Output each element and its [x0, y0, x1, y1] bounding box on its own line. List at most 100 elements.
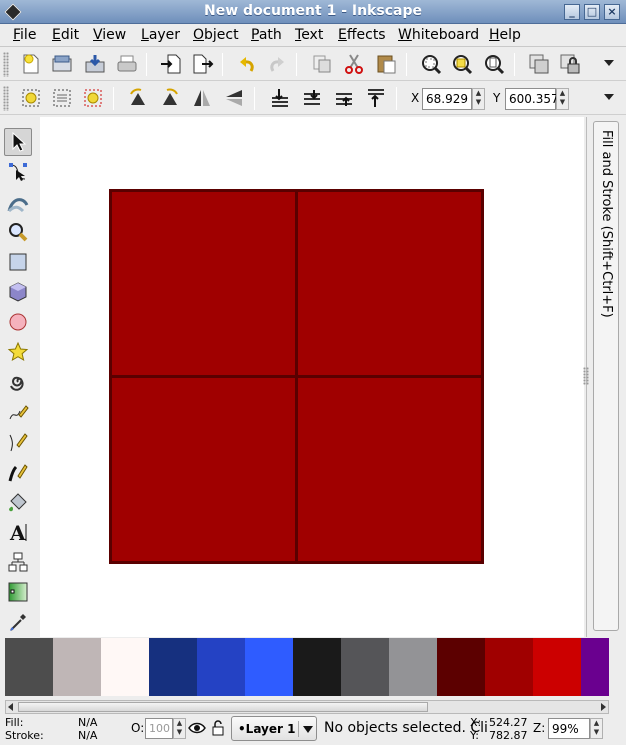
select-all-icon[interactable]	[18, 85, 44, 111]
duplicate-icon[interactable]	[309, 51, 335, 77]
zoom-selection-icon[interactable]	[418, 51, 444, 77]
flip-vertical-icon[interactable]	[221, 85, 247, 111]
deselect-icon[interactable]	[80, 85, 106, 111]
red-square-top-right[interactable]	[295, 189, 484, 378]
paint-bucket-tool-icon[interactable]	[4, 488, 32, 516]
x-stepper-icon[interactable]: ▲ ▼	[472, 88, 485, 110]
text-tool-icon[interactable]: A	[4, 518, 32, 546]
save-icon[interactable]	[82, 51, 108, 77]
zoom-tool-icon[interactable]	[4, 218, 32, 246]
gradient-tool-icon[interactable]	[4, 578, 32, 606]
undo-icon[interactable]	[234, 51, 260, 77]
star-tool-icon[interactable]	[4, 338, 32, 366]
paste-icon[interactable]	[373, 51, 399, 77]
unlocked-icon[interactable]	[211, 719, 225, 740]
menu-whiteboard[interactable]: Whiteboard	[398, 27, 479, 43]
dropper-tool-icon[interactable]	[4, 608, 32, 636]
menu-help[interactable]: Help	[489, 27, 521, 43]
swatch-black[interactable]	[293, 638, 341, 696]
menu-layer[interactable]: Layer	[141, 27, 180, 43]
print-icon[interactable]	[114, 51, 140, 77]
swatch-mid-gray[interactable]	[389, 638, 437, 696]
cut-icon[interactable]	[341, 51, 367, 77]
menu-edit[interactable]: Edit	[52, 27, 79, 43]
toolbar-grip[interactable]	[3, 52, 9, 77]
x-input[interactable]: 68.929 ▲ ▼	[422, 88, 485, 110]
toolbar-grip[interactable]	[3, 86, 9, 111]
lower-to-bottom-icon[interactable]	[266, 85, 292, 111]
export-icon[interactable]	[190, 51, 216, 77]
swatch-maroon[interactable]	[437, 638, 485, 696]
node-tool-icon[interactable]	[4, 158, 32, 186]
swatch-white[interactable]	[101, 638, 149, 696]
menu-file[interactable]: File	[13, 27, 36, 43]
red-square-bottom-left[interactable]	[109, 375, 298, 564]
maximize-button[interactable]: □	[584, 4, 600, 20]
dock-resize-handle[interactable]	[583, 367, 589, 385]
y-stepper-icon[interactable]: ▲ ▼	[556, 88, 569, 110]
pen-tool-icon[interactable]	[4, 428, 32, 456]
y-input[interactable]: 600.357 ▲ ▼	[505, 88, 569, 110]
red-square-top-left[interactable]	[109, 189, 298, 378]
ellipse-tool-icon[interactable]	[4, 308, 32, 336]
new-document-icon[interactable]	[18, 51, 44, 77]
layer-selector[interactable]: •Layer 1	[231, 716, 317, 741]
toolbar-overflow-icon[interactable]	[604, 60, 614, 66]
swatch-gray[interactable]	[341, 638, 389, 696]
lock-icon[interactable]	[557, 51, 583, 77]
rotate-ccw-icon[interactable]	[125, 85, 151, 111]
swatch-purple[interactable]	[581, 638, 609, 696]
menu-effects[interactable]: Effects	[338, 27, 386, 43]
menu-object[interactable]: Object	[193, 27, 239, 43]
drawing-canvas[interactable]	[40, 117, 584, 637]
select-tool-icon[interactable]	[4, 128, 32, 156]
rectangle-tool-icon[interactable]	[4, 248, 32, 276]
zoom-input[interactable]: 99% ▲ ▼	[548, 718, 603, 739]
menu-text[interactable]: Text	[295, 27, 323, 43]
tweak-tool-icon[interactable]	[4, 188, 32, 216]
menu-path[interactable]: Path	[251, 27, 282, 43]
rotate-cw-icon[interactable]	[157, 85, 183, 111]
red-square-bottom-right[interactable]	[295, 375, 484, 564]
swatch-navy[interactable]	[149, 638, 197, 696]
redo-icon[interactable]	[264, 51, 290, 77]
spiral-tool-icon[interactable]	[4, 368, 32, 396]
opacity-input[interactable]: 100 ▲ ▼	[145, 718, 186, 739]
close-button[interactable]: ×	[604, 4, 620, 20]
3d-box-tool-icon[interactable]	[4, 278, 32, 306]
swatch-dark-gray[interactable]	[5, 638, 53, 696]
opacity-stepper-icon[interactable]: ▲ ▼	[173, 718, 186, 739]
flip-horizontal-icon[interactable]	[189, 85, 215, 111]
toolbar-overflow-icon[interactable]	[604, 94, 614, 100]
raise-icon[interactable]	[330, 85, 356, 111]
palette-scrollbar[interactable]	[5, 700, 609, 714]
menu-view[interactable]: View	[93, 27, 126, 43]
select-all-layers-icon[interactable]	[49, 85, 75, 111]
current-layer-name: •Layer 1	[238, 722, 296, 736]
swatch-bright-blue[interactable]	[245, 638, 293, 696]
chevron-down-icon[interactable]	[298, 721, 314, 737]
scroll-right-icon[interactable]	[601, 703, 606, 711]
open-icon[interactable]	[49, 51, 75, 77]
palette-scroll-thumb[interactable]	[18, 702, 428, 712]
svg-text:A: A	[9, 521, 26, 543]
swatch-dark-red[interactable]	[485, 638, 533, 696]
connector-tool-icon[interactable]	[4, 548, 32, 576]
group-icon[interactable]	[526, 51, 552, 77]
dock-panel: Fill and Stroke (Shift+Ctrl+F)	[583, 117, 626, 637]
raise-to-top-icon[interactable]	[362, 85, 388, 111]
zoom-drawing-icon[interactable]	[449, 51, 475, 77]
zoom-stepper-icon[interactable]: ▲ ▼	[590, 718, 603, 739]
lower-icon[interactable]	[298, 85, 324, 111]
fill-stroke-dock-tab[interactable]: Fill and Stroke (Shift+Ctrl+F)	[593, 121, 619, 631]
calligraphy-tool-icon[interactable]	[4, 458, 32, 486]
swatch-blue[interactable]	[197, 638, 245, 696]
scroll-left-icon[interactable]	[8, 703, 13, 711]
pencil-tool-icon[interactable]	[4, 398, 32, 426]
minimize-button[interactable]: _	[564, 4, 580, 20]
swatch-light-gray[interactable]	[53, 638, 101, 696]
swatch-red[interactable]	[533, 638, 581, 696]
eye-icon[interactable]	[188, 720, 206, 739]
import-icon[interactable]	[158, 51, 184, 77]
zoom-page-icon[interactable]	[481, 51, 507, 77]
